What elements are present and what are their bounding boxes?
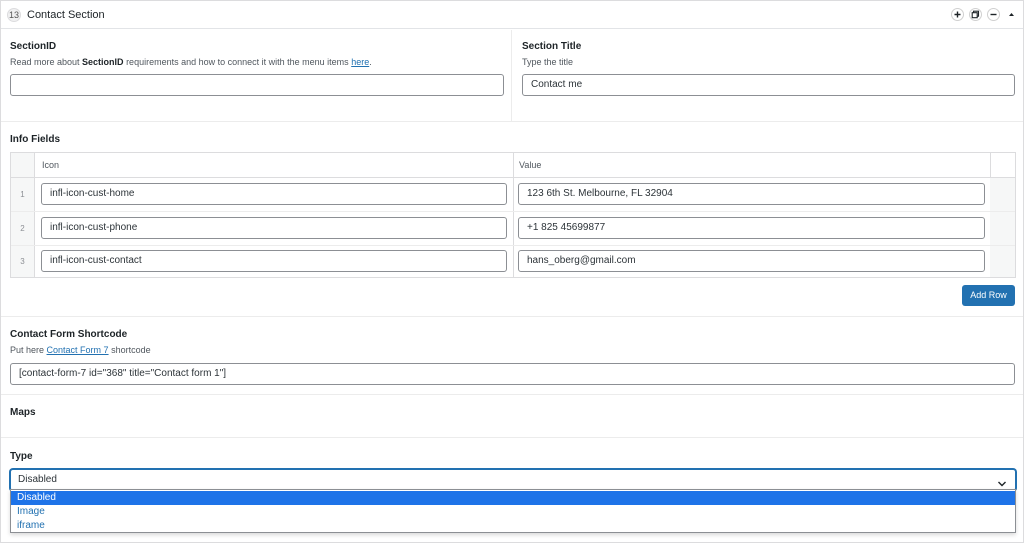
section-header[interactable]: 13 Contact Section	[1, 1, 1023, 29]
table-header-actions	[990, 153, 1015, 178]
row-actions-column	[990, 178, 1015, 277]
section-id-input[interactable]	[10, 74, 504, 96]
row-order-handle[interactable]: 2	[11, 212, 35, 245]
desc-text: .	[369, 57, 372, 67]
contact-form-7-link[interactable]: Contact Form 7	[47, 345, 109, 355]
type-select-value: Disabled	[18, 474, 57, 485]
value-input[interactable]: 123 6th St. Melbourne, FL 32904	[518, 183, 985, 205]
value-input[interactable]: +1 825 45699877	[518, 217, 985, 239]
column-divider	[513, 153, 514, 277]
section-header-title: Contact Section	[27, 9, 105, 21]
row-divider	[11, 211, 1015, 212]
section-id-description: Read more about SectionID requirements a…	[10, 57, 372, 67]
desc-bold-text: SectionID	[82, 57, 124, 67]
section-title-label: Section Title	[522, 41, 582, 52]
icon-input[interactable]: infl-icon-cust-phone	[41, 217, 507, 239]
collapse-icon[interactable]	[1005, 8, 1018, 21]
plus-icon[interactable]	[951, 8, 964, 21]
section-title-input[interactable]: Contact me	[522, 74, 1015, 96]
column-divider	[511, 30, 512, 121]
icon-input[interactable]: infl-icon-cust-contact	[41, 250, 507, 272]
desc-text: shortcode	[108, 345, 151, 355]
table-header-order	[11, 153, 35, 178]
desc-text: Read more about	[10, 57, 83, 67]
here-link[interactable]: here	[351, 57, 369, 67]
desc-text: Put here	[10, 345, 47, 355]
minus-icon[interactable]	[987, 8, 1000, 21]
layout-number-badge: 13	[7, 8, 21, 22]
info-fields-label: Info Fields	[10, 134, 60, 145]
icon-input[interactable]: infl-icon-cust-home	[41, 183, 507, 205]
type-option-disabled[interactable]: Disabled	[11, 491, 1015, 505]
contact-form-label: Contact Form Shortcode	[10, 329, 128, 340]
section-title-description: Type the title	[522, 57, 574, 67]
section-id-title-row: SectionID Read more about SectionID requ…	[1, 30, 1023, 122]
duplicate-icon[interactable]	[969, 8, 982, 21]
maps-label: Maps	[10, 407, 36, 418]
type-dropdown-list: Disabled Image iframe	[10, 489, 1016, 533]
section-id-label: SectionID	[10, 41, 57, 52]
table-header-value: Value	[513, 153, 990, 178]
row-divider	[11, 245, 1015, 246]
type-select[interactable]: Disabled	[10, 469, 1016, 491]
maps-row: Maps	[1, 395, 1023, 438]
contact-form-row: Contact Form Shortcode Put here Contact …	[1, 317, 1023, 395]
info-fields-table: Icon Value 1 infl-icon-cust-home 123 6th…	[10, 152, 1016, 278]
row-order-handle[interactable]: 1	[11, 178, 35, 211]
contact-section-panel: 13 Contact Section SectionID Read more a…	[0, 0, 1024, 543]
type-label: Type	[10, 451, 33, 462]
contact-form-description: Put here Contact Form 7 shortcode	[10, 345, 151, 355]
desc-text: requirements and how to connect it with …	[123, 57, 352, 67]
add-row-button[interactable]: Add Row	[962, 285, 1015, 306]
type-option-iframe[interactable]: iframe	[11, 519, 1015, 533]
row-order-handle[interactable]: 3	[11, 246, 35, 277]
contact-form-shortcode-input[interactable]: [contact-form-7 id="368" title="Contact …	[10, 363, 1015, 385]
type-option-image[interactable]: Image	[11, 505, 1015, 519]
value-input[interactable]: hans_oberg@gmail.com	[518, 250, 985, 272]
table-header-icon: Icon	[35, 153, 513, 178]
